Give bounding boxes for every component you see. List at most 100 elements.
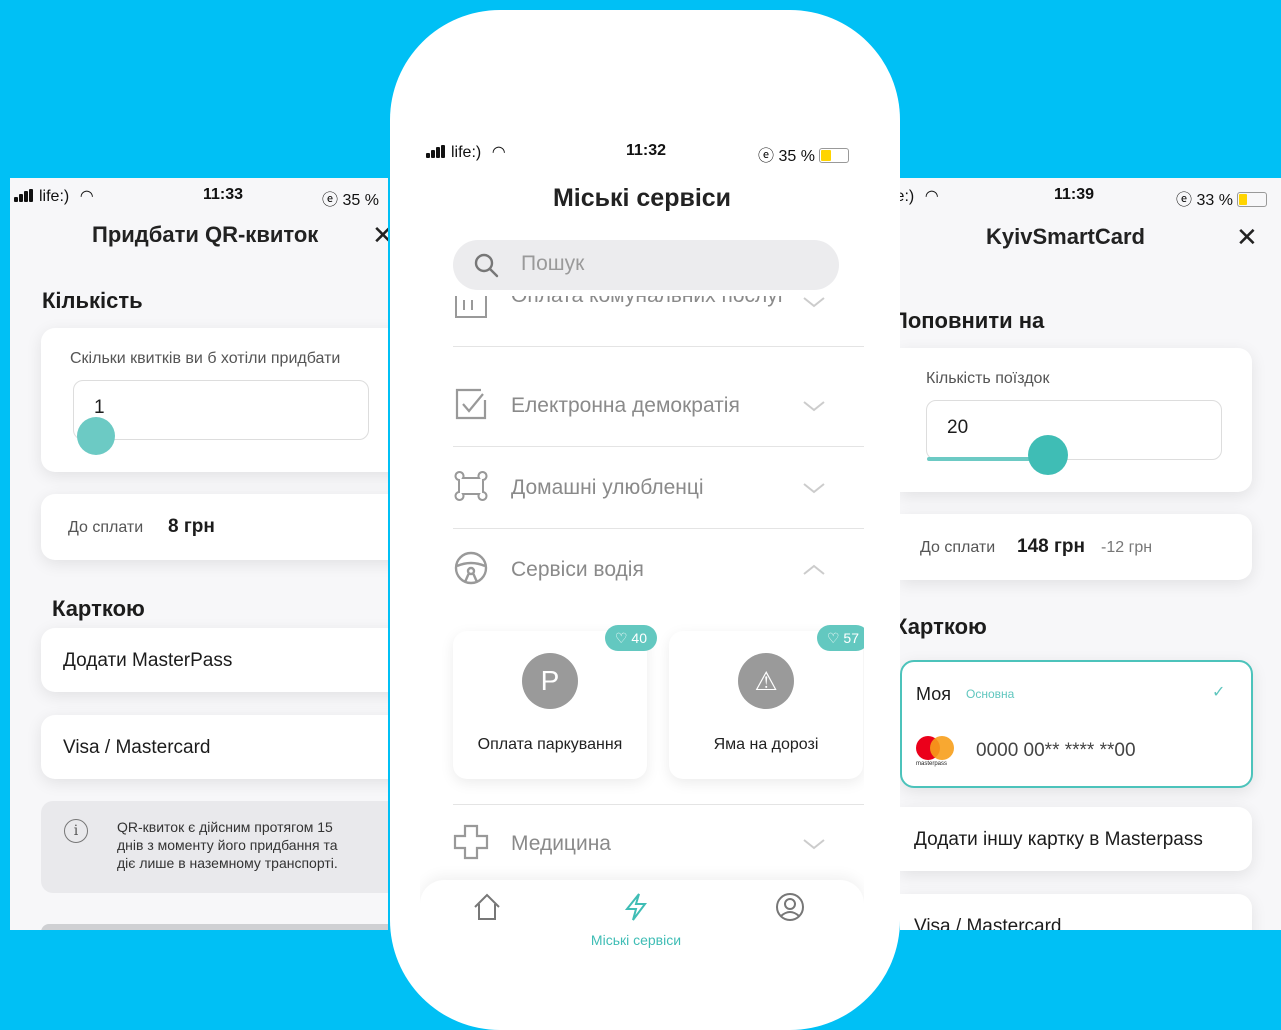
pay-summary: До сплати 148 грн -12 грн [900,514,1252,580]
service-row-label: Медицина [511,832,611,855]
service-row[interactable]: Оплата комунальних послуг [453,296,864,347]
center-screen: life:) ◠ 11:32 ⓔ 35 % Міські сервіси Пош… [420,134,864,964]
next-button-edge [41,924,388,930]
quantity-card: Скільки квитків ви б хотіли придбати 1 [41,328,388,472]
info-line: днів з моменту його придбання та [117,837,338,853]
profile-icon[interactable] [775,892,805,922]
carrier: life:) ◠ [14,186,94,206]
building-icon [453,296,489,332]
trips-value: 20 [947,417,969,438]
search-input[interactable]: Пошук [453,240,839,290]
search-placeholder: Пошук [521,252,585,275]
card-brand: masterpass [916,761,948,767]
visa-option-label: Visa / Mastercard [914,916,1062,930]
service-row[interactable]: Електронна демократія [453,366,864,447]
heart-icon: ♡ [614,630,628,646]
trips-slider-handle[interactable] [1028,435,1068,475]
status-time: 11:39 [1054,186,1095,203]
carrier: life:) ◠ [426,142,506,162]
chevron-down-icon [803,401,825,412]
status-battery: ⓔ 33 % [1176,186,1267,210]
service-row-label: Оплата комунальних послуг [511,296,785,308]
likes-count: 57 [843,630,859,646]
card-heading: Карткою [52,596,145,621]
chevron-down-icon [803,483,825,494]
chevron-down-icon [803,297,825,308]
carrier-text: life:) [39,188,70,205]
masterpass-option-label: Додати MasterPass [63,650,233,671]
quantity-question: Скільки квитків ви б хотіли придбати [70,350,341,367]
lightning-icon[interactable] [623,892,649,922]
card-name: Моя [916,684,951,704]
visa-option[interactable]: Visa / Mastercard [900,894,1252,930]
parking-icon: P [522,653,578,709]
pay-label: До сплати [68,519,144,536]
wifi-icon: ◠ [79,188,94,205]
quantity-slider-handle[interactable] [77,417,115,455]
page-title: KyivSmartCard [986,224,1145,249]
tab-city-services[interactable]: Міські сервіси [574,932,698,948]
chevron-down-icon [803,839,825,850]
info-line: діє лише в наземному транспорті. [117,855,338,871]
tile-label: Оплата паркування [477,736,623,753]
service-row-label: Електронна демократія [511,394,740,417]
warning-icon: ⚠ [738,653,794,709]
card-heading: Карткою [900,614,987,639]
service-row-label: Домашні улюбленці [511,476,704,499]
pay-label: До сплати [920,539,996,556]
discount: -12 грн [1101,539,1153,556]
service-row[interactable]: Медицина [453,804,864,884]
pay-amount: 8 грн [168,516,215,537]
quantity-heading: Кількість [42,288,143,313]
bone-icon [454,471,488,501]
close-icon[interactable]: ✕ [1236,222,1258,253]
visa-option-label: Visa / Mastercard [63,737,211,758]
tab-bar: Міські сервіси [420,880,864,964]
wifi-icon: ◠ [491,144,506,161]
quantity-value: 1 [94,397,105,418]
info-icon: i [64,819,88,843]
quantity-input[interactable]: 1 [73,380,369,440]
selected-card[interactable]: Моя Основна ✓ masterpass 0000 00** **** … [900,660,1253,788]
lock-rotation-icon: ⓔ [1176,192,1193,209]
likes-badge: ♡ 57 [816,625,864,651]
status-battery: ⓔ 35 % [758,142,849,166]
check-icon: ✓ [1212,684,1226,701]
signal-icon [14,189,36,202]
battery-text: 35 % [778,148,815,165]
left-screen: life:) ◠ 11:33 ⓔ 35 % Придбати QR-квиток… [10,178,388,930]
status-time: 11:32 [626,142,667,159]
right-screen: life:) ◠ 11:39 ⓔ 33 % KyivSmartCard ✕ По… [900,178,1281,930]
card-number: 0000 00** **** **00 [976,740,1136,761]
close-icon[interactable]: ✕ [372,220,388,251]
likes-badge: ♡ 40 [604,625,657,651]
status-bar: life:) ◠ 11:33 ⓔ 35 % [10,178,388,214]
info-line: QR-квиток є дійсним протягом 15 [117,819,333,835]
carrier: life:) ◠ [900,186,939,206]
service-tile-parking[interactable]: ♡ 40 P Оплата паркування [453,625,657,779]
trips-input[interactable]: 20 [926,400,1222,461]
mastercard-icon: masterpass [916,732,960,768]
masterpass-option[interactable]: Додати MasterPass [41,628,388,692]
status-bar: life:) ◠ 11:39 ⓔ 33 % [900,178,1281,214]
service-tile-pothole[interactable]: ♡ 57 ⚠ Яма на дорозі [669,625,864,779]
search-icon [474,253,499,278]
service-row-label: Сервіси водія [511,558,644,581]
topup-heading: Поповнити на [900,308,1045,333]
add-card-option[interactable]: Додати іншу картку в Masterpass [900,807,1252,871]
info-box: i QR-квиток є дійсним протягом 15 днів з… [41,801,388,893]
visa-option[interactable]: Visa / Mastercard [41,715,388,779]
pay-amount: 148 грн [1017,536,1085,557]
phone-frame: life:) ◠ 11:32 ⓔ 35 % Міські сервіси Пош… [390,10,900,1030]
trips-card: Кількість поїздок 20 [900,348,1252,492]
likes-count: 40 [631,630,647,646]
battery-text: 35 % [342,192,379,209]
page-title: Придбати QR-квиток [92,222,319,247]
battery-icon [1236,192,1267,207]
carrier-text: life:) [900,188,915,205]
home-icon[interactable] [472,892,502,922]
carrier-text: life:) [451,144,482,161]
service-row[interactable]: Домашні улюбленці [453,448,864,529]
status-bar: life:) ◠ 11:32 ⓔ 35 % [420,134,864,170]
page-title: Міські сервіси [552,184,732,212]
